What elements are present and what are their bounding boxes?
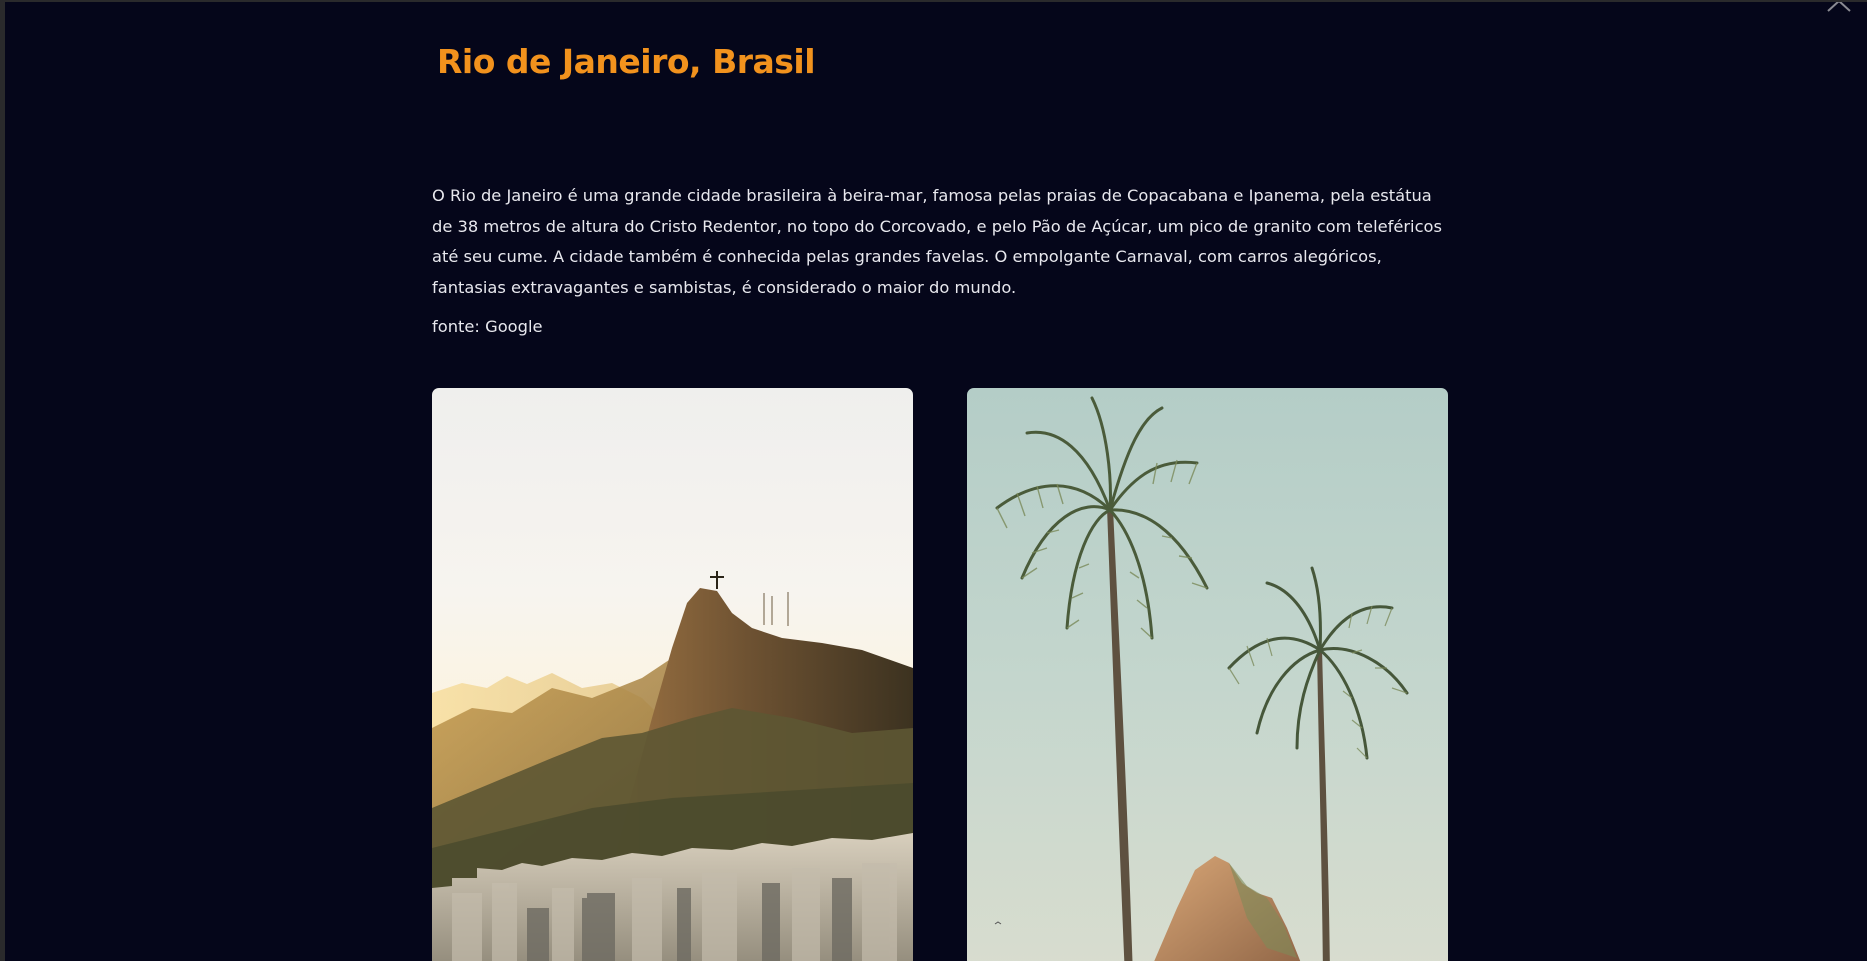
destination-modal: Rio de Janeiro, Brasil O Rio de Janeiro … xyxy=(5,2,1867,961)
chevron-up-icon xyxy=(1827,2,1851,12)
corcovado-photo xyxy=(432,388,913,961)
page-title: Rio de Janeiro, Brasil xyxy=(437,42,816,81)
source-credit: fonte: Google xyxy=(432,317,543,336)
city-description: O Rio de Janeiro é uma grande cidade bra… xyxy=(432,186,1442,297)
close-button[interactable] xyxy=(1825,2,1853,14)
palm-trees-photo xyxy=(967,388,1448,961)
